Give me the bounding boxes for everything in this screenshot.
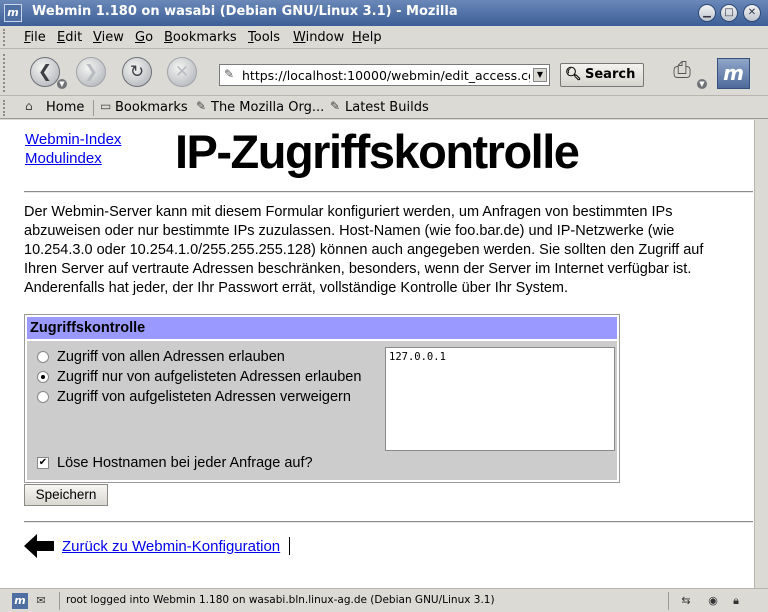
- close-icon[interactable]: ✕: [743, 4, 761, 22]
- url-history-dropdown-icon[interactable]: ▼: [533, 68, 547, 82]
- print-icon[interactable]: ⎙: [668, 57, 696, 85]
- back-to-webmin-config-link[interactable]: Zurück zu Webmin-Konfiguration: [62, 538, 280, 555]
- stop-button[interactable]: ✕: [167, 57, 197, 87]
- address-bar[interactable]: ✎ ▼: [219, 64, 550, 86]
- menu-tools[interactable]: Tools: [248, 30, 280, 45]
- mozilla-throbber-logo[interactable]: m: [717, 58, 750, 89]
- window-title: Webmin 1.180 on wasabi (Debian GNU/Linux…: [32, 4, 458, 19]
- intro-line: 10.254.3.0 oder 10.254.1.0/255.255.255.1…: [24, 242, 704, 258]
- save-button[interactable]: Speichern: [24, 484, 108, 506]
- status-text: root logged into Webmin 1.180 on wasabi.…: [66, 594, 495, 606]
- intro-text: Der Webmin-Server kann mit diesem Formul…: [24, 203, 754, 298]
- home-button[interactable]: Home: [46, 100, 84, 115]
- status-separator: [668, 592, 669, 610]
- forward-arrow-icon: ❯: [83, 62, 99, 82]
- menu-edit[interactable]: Edit: [57, 30, 82, 45]
- window-titlebar[interactable]: m Webmin 1.180 on wasabi (Debian GNU/Lin…: [0, 0, 768, 26]
- divider: [24, 521, 753, 523]
- folder-icon[interactable]: ▭: [100, 99, 111, 113]
- mozilla-window-icon[interactable]: m: [4, 4, 22, 22]
- ip-address-list[interactable]: [385, 347, 615, 451]
- intro-line: abzuweisen oder nur bestimmte IPs zuzula…: [24, 223, 675, 239]
- menu-help[interactable]: Help: [352, 30, 382, 45]
- radio-button[interactable]: [37, 351, 49, 363]
- minimize-icon[interactable]: ▁: [698, 4, 716, 22]
- intro-line: Der Webmin-Server kann mit diesem Formul…: [24, 204, 673, 220]
- page-content: Webmin-Index Modulindex IP-Zugriffskontr…: [0, 120, 754, 588]
- page-proxy-icon[interactable]: ✎: [224, 67, 234, 81]
- back-button[interactable]: ❮: [30, 57, 60, 87]
- radio-label[interactable]: Zugriff von allen Adressen erlauben: [57, 349, 285, 365]
- radio-label[interactable]: Zugriff nur von aufgelisteten Adressen e…: [57, 369, 361, 385]
- reload-button[interactable]: ↻: [122, 57, 152, 87]
- url-input[interactable]: [242, 67, 530, 83]
- radio-button[interactable]: [37, 371, 49, 383]
- access-control-body: Zugriff von allen Adressen erlauben Zugr…: [27, 341, 617, 480]
- navigation-toolbar: ❮ ▼ ❯ ↻ ✕ ✎ ▼ 🔍︎ Search ⎙ ▼ m: [0, 50, 768, 96]
- resolve-hostnames-checkbox[interactable]: ✔: [37, 457, 49, 469]
- toolbar-separator: [93, 100, 94, 116]
- webmin-index-link[interactable]: Webmin-Index: [25, 131, 121, 148]
- module-index-link[interactable]: Modulindex: [25, 150, 102, 167]
- bookmark-mozilla-org[interactable]: The Mozilla Org...: [211, 100, 324, 115]
- reload-icon: ↻: [129, 62, 145, 82]
- forward-button[interactable]: ❯: [76, 57, 106, 87]
- access-control-header: Zugriffskontrolle: [27, 317, 617, 339]
- menubar-grip[interactable]: [3, 29, 9, 46]
- home-icon[interactable]: ⌂: [25, 99, 33, 113]
- back-history-dropdown-icon[interactable]: ▼: [57, 79, 67, 89]
- menu-go[interactable]: Go: [135, 30, 153, 45]
- radio-button[interactable]: [37, 391, 49, 403]
- back-arrow-icon: ❮: [37, 62, 53, 82]
- stop-icon: ✕: [174, 62, 190, 82]
- maximize-icon[interactable]: □: [720, 4, 738, 22]
- resolve-hostnames-label[interactable]: Löse Hostnamen bei jeder Anfrage auf?: [57, 455, 313, 471]
- statusbar: m ✉ root logged into Webmin 1.180 on was…: [0, 588, 768, 612]
- status-separator: [59, 592, 60, 610]
- print-dropdown-icon[interactable]: ▼: [697, 79, 707, 89]
- search-button-label: Search: [585, 67, 636, 82]
- bookmark-icon[interactable]: ✎: [330, 99, 340, 113]
- divider: [24, 191, 753, 193]
- text-cursor: [289, 537, 290, 555]
- navbar-grip[interactable]: [3, 54, 9, 92]
- bookmark-icon[interactable]: ✎: [196, 99, 206, 113]
- mail-icon[interactable]: ✉: [33, 593, 49, 609]
- access-control-table: Zugriffskontrolle Zugriff von allen Adre…: [24, 314, 620, 483]
- intro-line: Ihren Server auf vertraute Adressen besc…: [24, 261, 692, 277]
- intro-line: Anderenfalls hat jeder, der Ihr Passwort…: [24, 280, 569, 296]
- vertical-scrollbar[interactable]: [754, 120, 768, 588]
- radio-label[interactable]: Zugriff von aufgelisteten Adressen verwe…: [57, 389, 351, 405]
- bookmark-latest-builds[interactable]: Latest Builds: [345, 100, 429, 115]
- personalbar-grip[interactable]: [3, 100, 9, 116]
- navigator-icon[interactable]: m: [12, 593, 28, 609]
- menubar: File Edit View Go Bookmarks Tools Window…: [0, 26, 768, 49]
- bookmarks-button[interactable]: Bookmarks: [115, 100, 188, 115]
- personal-toolbar: ⌂ Home ▭ Bookmarks ✎ The Mozilla Org... …: [0, 97, 768, 119]
- menu-bookmarks[interactable]: Bookmarks: [164, 30, 237, 45]
- menu-window[interactable]: Window: [293, 30, 344, 45]
- left-arrow-icon[interactable]: [24, 534, 56, 558]
- menu-view[interactable]: View: [93, 30, 124, 45]
- menu-file[interactable]: File: [24, 30, 46, 45]
- search-button[interactable]: 🔍︎ Search: [560, 63, 644, 87]
- magnifier-icon: 🔍︎: [565, 67, 582, 82]
- page-title: IP-Zugriffskontrolle: [175, 125, 580, 178]
- popup-manager-icon[interactable]: ◉: [705, 593, 721, 609]
- security-lock-icon[interactable]: 🔒︎: [728, 593, 744, 609]
- online-connection-icon[interactable]: ⇆: [678, 593, 694, 609]
